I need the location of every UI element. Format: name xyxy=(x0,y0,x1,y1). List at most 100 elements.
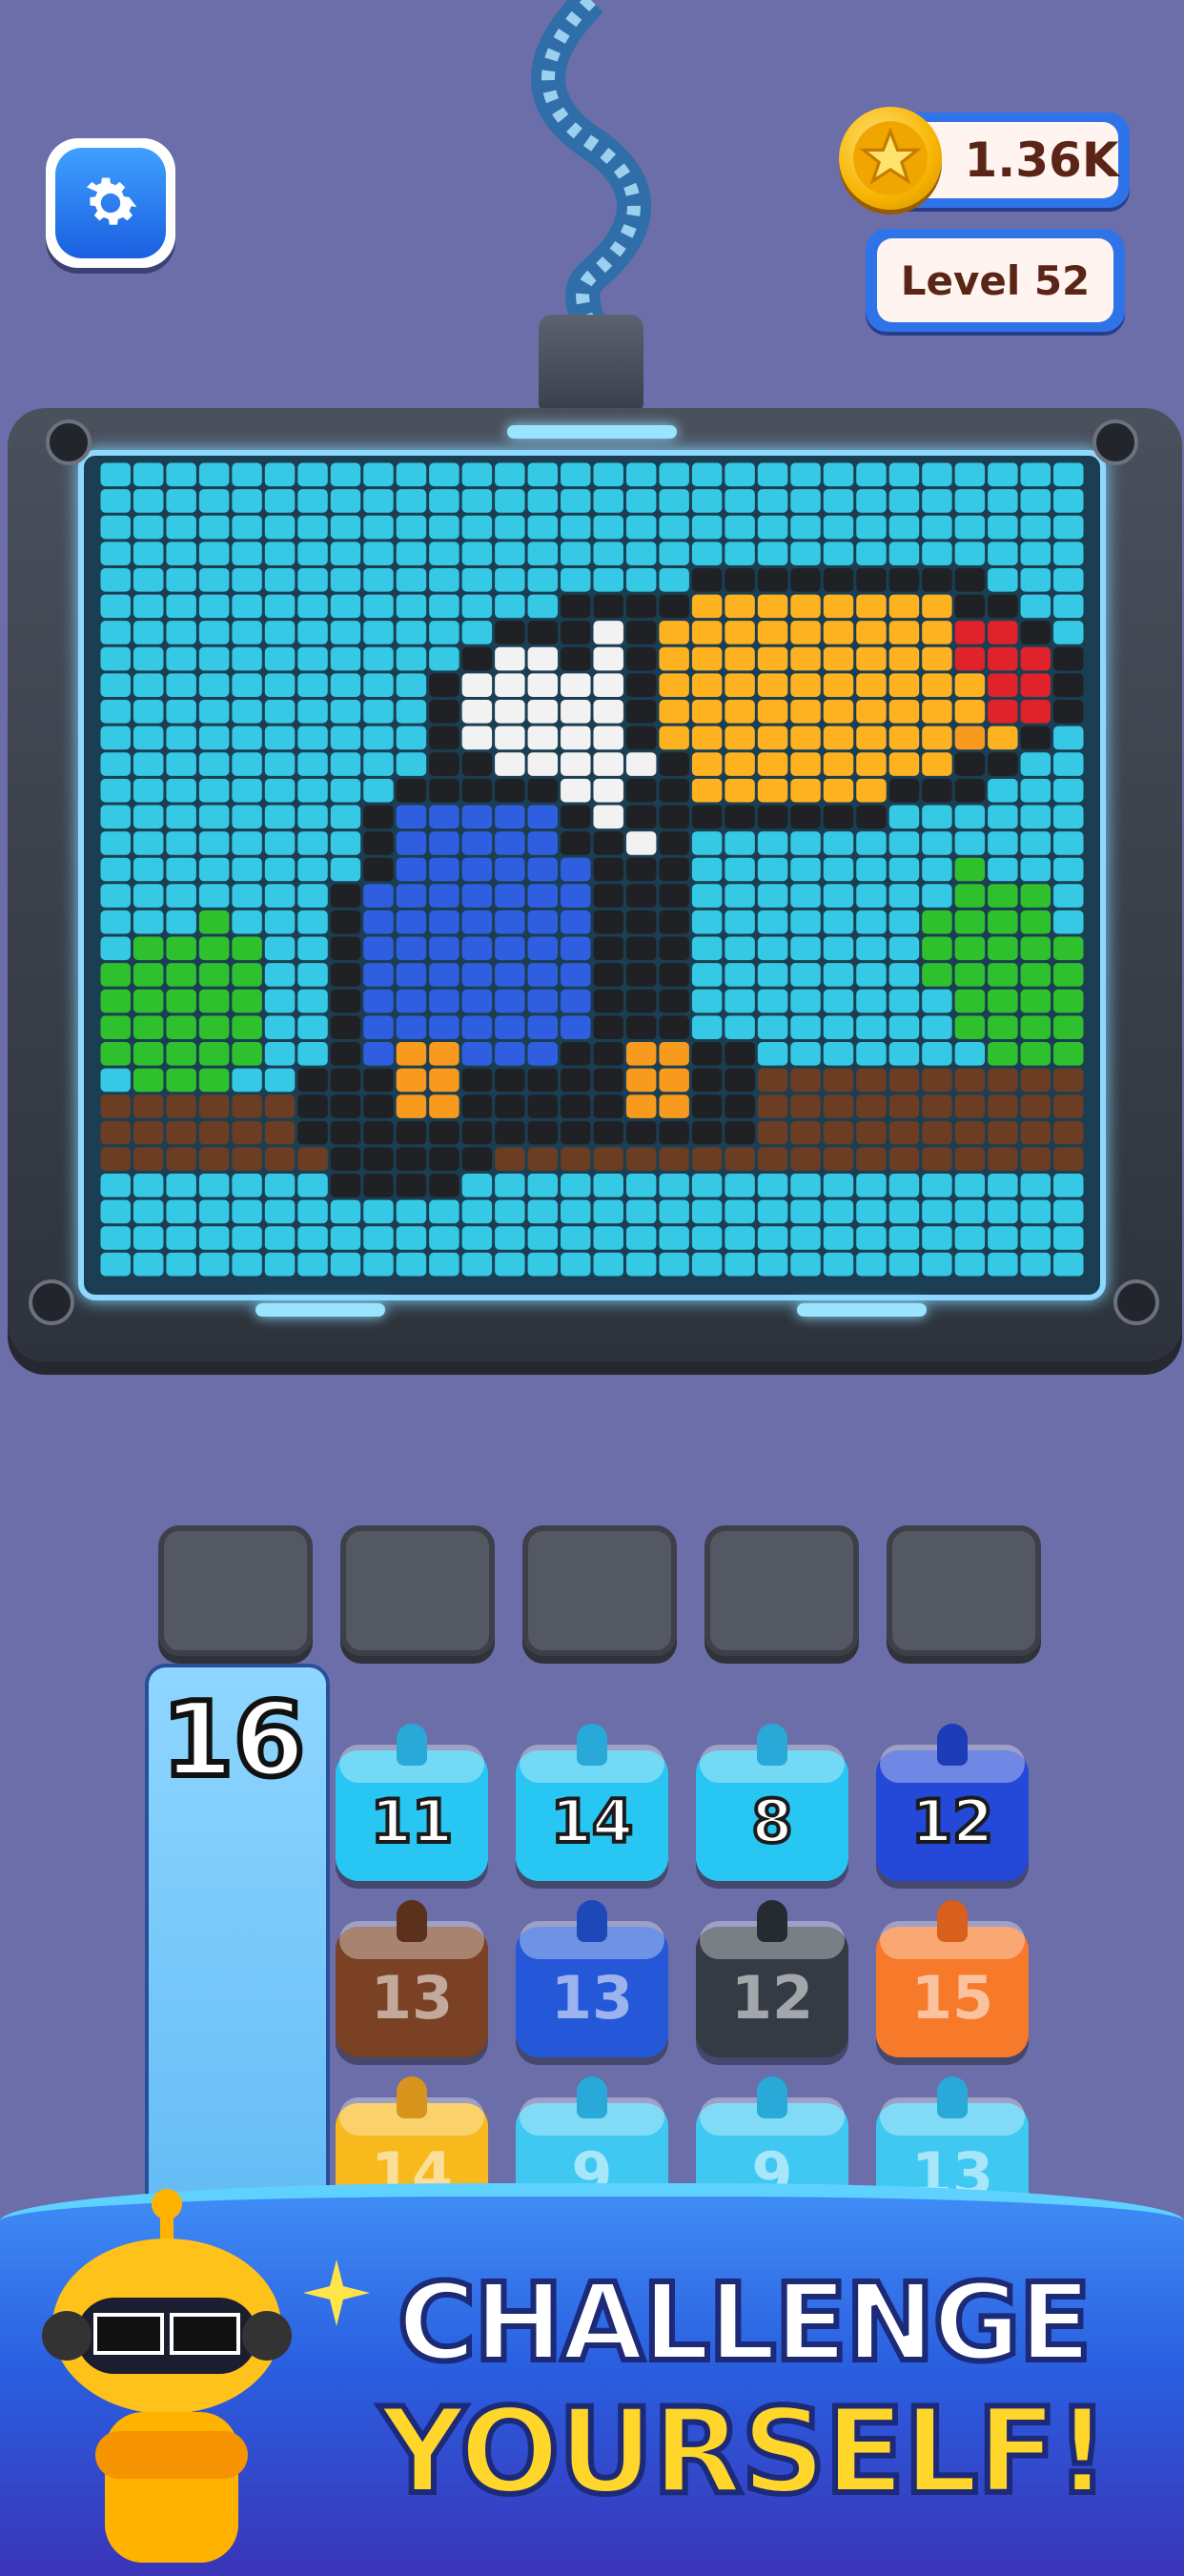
lock-icon xyxy=(937,1900,968,1942)
pixel-cell xyxy=(954,462,986,487)
pixel-cell xyxy=(133,567,164,592)
pixel-cell xyxy=(790,989,821,1013)
pixel-cell xyxy=(495,1015,525,1039)
pixel-cell xyxy=(691,1120,723,1145)
pixel-cell xyxy=(856,462,887,487)
pixel-cell xyxy=(133,726,164,750)
pixel-cell xyxy=(659,857,689,882)
pixel-cell xyxy=(988,1068,1018,1093)
number-box[interactable]: 13 xyxy=(516,1900,668,2057)
pixel-cell xyxy=(297,1147,328,1172)
number-box[interactable]: 13 xyxy=(336,1900,488,2057)
pixel-cell xyxy=(922,752,952,776)
pixel-cell xyxy=(527,778,559,803)
pixel-cell xyxy=(232,1094,262,1118)
pixel-cell xyxy=(396,1041,427,1066)
pixel-cell xyxy=(363,621,394,644)
empty-slot[interactable] xyxy=(887,1525,1041,1656)
pixel-cell xyxy=(988,1094,1018,1118)
pixel-cell xyxy=(561,1068,591,1093)
pixel-cell xyxy=(100,1068,131,1093)
pixel-cell xyxy=(198,1068,230,1093)
pixel-cell xyxy=(823,805,854,829)
pixel-cell xyxy=(363,1041,394,1066)
pixel-cell xyxy=(888,542,920,565)
settings-button[interactable] xyxy=(46,138,175,268)
pixel-cell xyxy=(659,673,689,698)
pixel-cell xyxy=(593,621,623,644)
pixel-cell xyxy=(922,489,952,513)
pixel-cell xyxy=(363,489,394,513)
pixel-cell xyxy=(888,989,920,1013)
pixel-cell xyxy=(396,594,427,619)
pixel-cell xyxy=(166,1068,196,1093)
pixel-cell xyxy=(659,805,689,829)
pixel-cell xyxy=(856,884,887,908)
empty-slot[interactable] xyxy=(158,1525,313,1656)
pixel-cell xyxy=(725,646,755,671)
pixel-cell xyxy=(264,462,296,487)
pixel-cell xyxy=(330,700,361,724)
pixel-cell xyxy=(856,594,887,619)
number-box[interactable]: 14 xyxy=(516,1724,668,1881)
pixel-cell xyxy=(790,963,821,987)
pixel-cell xyxy=(166,700,196,724)
pixel-cell xyxy=(297,778,328,803)
pixel-cell xyxy=(232,515,262,540)
pixel-cell xyxy=(1020,726,1051,750)
lock-icon xyxy=(937,2076,968,2118)
empty-slot[interactable] xyxy=(704,1525,859,1656)
pixel-cell xyxy=(757,936,788,961)
pixel-cell xyxy=(691,1252,723,1277)
pixel-cell xyxy=(888,1015,920,1039)
pixel-cell xyxy=(790,542,821,565)
pixel-cell xyxy=(363,1120,394,1145)
number-box[interactable]: 12 xyxy=(876,1724,1029,1881)
pixel-cell xyxy=(988,1120,1018,1145)
number-box[interactable]: 15 xyxy=(876,1900,1029,2057)
pixel-cell xyxy=(659,963,689,987)
pixel-cell xyxy=(922,936,952,961)
pixel-cell xyxy=(429,700,459,724)
number-box[interactable]: 11 xyxy=(336,1724,488,1881)
pixel-cell xyxy=(461,778,493,803)
pixel-cell xyxy=(561,1041,591,1066)
pixel-cell xyxy=(1020,1199,1051,1224)
pixel-cell xyxy=(823,910,854,934)
pixel-cell xyxy=(757,594,788,619)
pixel-cell xyxy=(757,778,788,803)
pixel-cell xyxy=(725,778,755,803)
pixel-cell xyxy=(593,1199,623,1224)
number-box[interactable]: 12 xyxy=(696,1900,848,2057)
pixel-cell xyxy=(330,1199,361,1224)
pixel-cell xyxy=(527,700,559,724)
pixel-cell xyxy=(691,1041,723,1066)
lock-icon xyxy=(577,1724,607,1766)
pixel-cell xyxy=(790,1041,821,1066)
box-number: 13 xyxy=(550,1962,634,2033)
pixel-cell xyxy=(527,884,559,908)
pixel-cell xyxy=(198,989,230,1013)
pixel-cell xyxy=(166,1041,196,1066)
pixel-cell xyxy=(527,1147,559,1172)
pixel-cell xyxy=(1020,594,1051,619)
pixel-cell xyxy=(823,1252,854,1277)
pixel-cell xyxy=(396,831,427,855)
pixel-cell xyxy=(691,778,723,803)
pixel-cell xyxy=(429,1041,459,1066)
empty-slot[interactable] xyxy=(340,1525,495,1656)
pixel-cell xyxy=(625,726,657,750)
pixel-cell xyxy=(429,857,459,882)
pixel-cell xyxy=(790,1226,821,1250)
pixel-cell xyxy=(297,1120,328,1145)
pixel-cell xyxy=(100,857,131,882)
empty-slot[interactable] xyxy=(522,1525,677,1656)
pixel-cell xyxy=(264,726,296,750)
number-box[interactable]: 8 xyxy=(696,1724,848,1881)
pixel-cell xyxy=(888,515,920,540)
pixel-cell xyxy=(330,567,361,592)
pixel-cell xyxy=(232,1068,262,1093)
pixel-cell xyxy=(691,594,723,619)
pixel-cell xyxy=(954,1094,986,1118)
pixel-cell xyxy=(527,515,559,540)
